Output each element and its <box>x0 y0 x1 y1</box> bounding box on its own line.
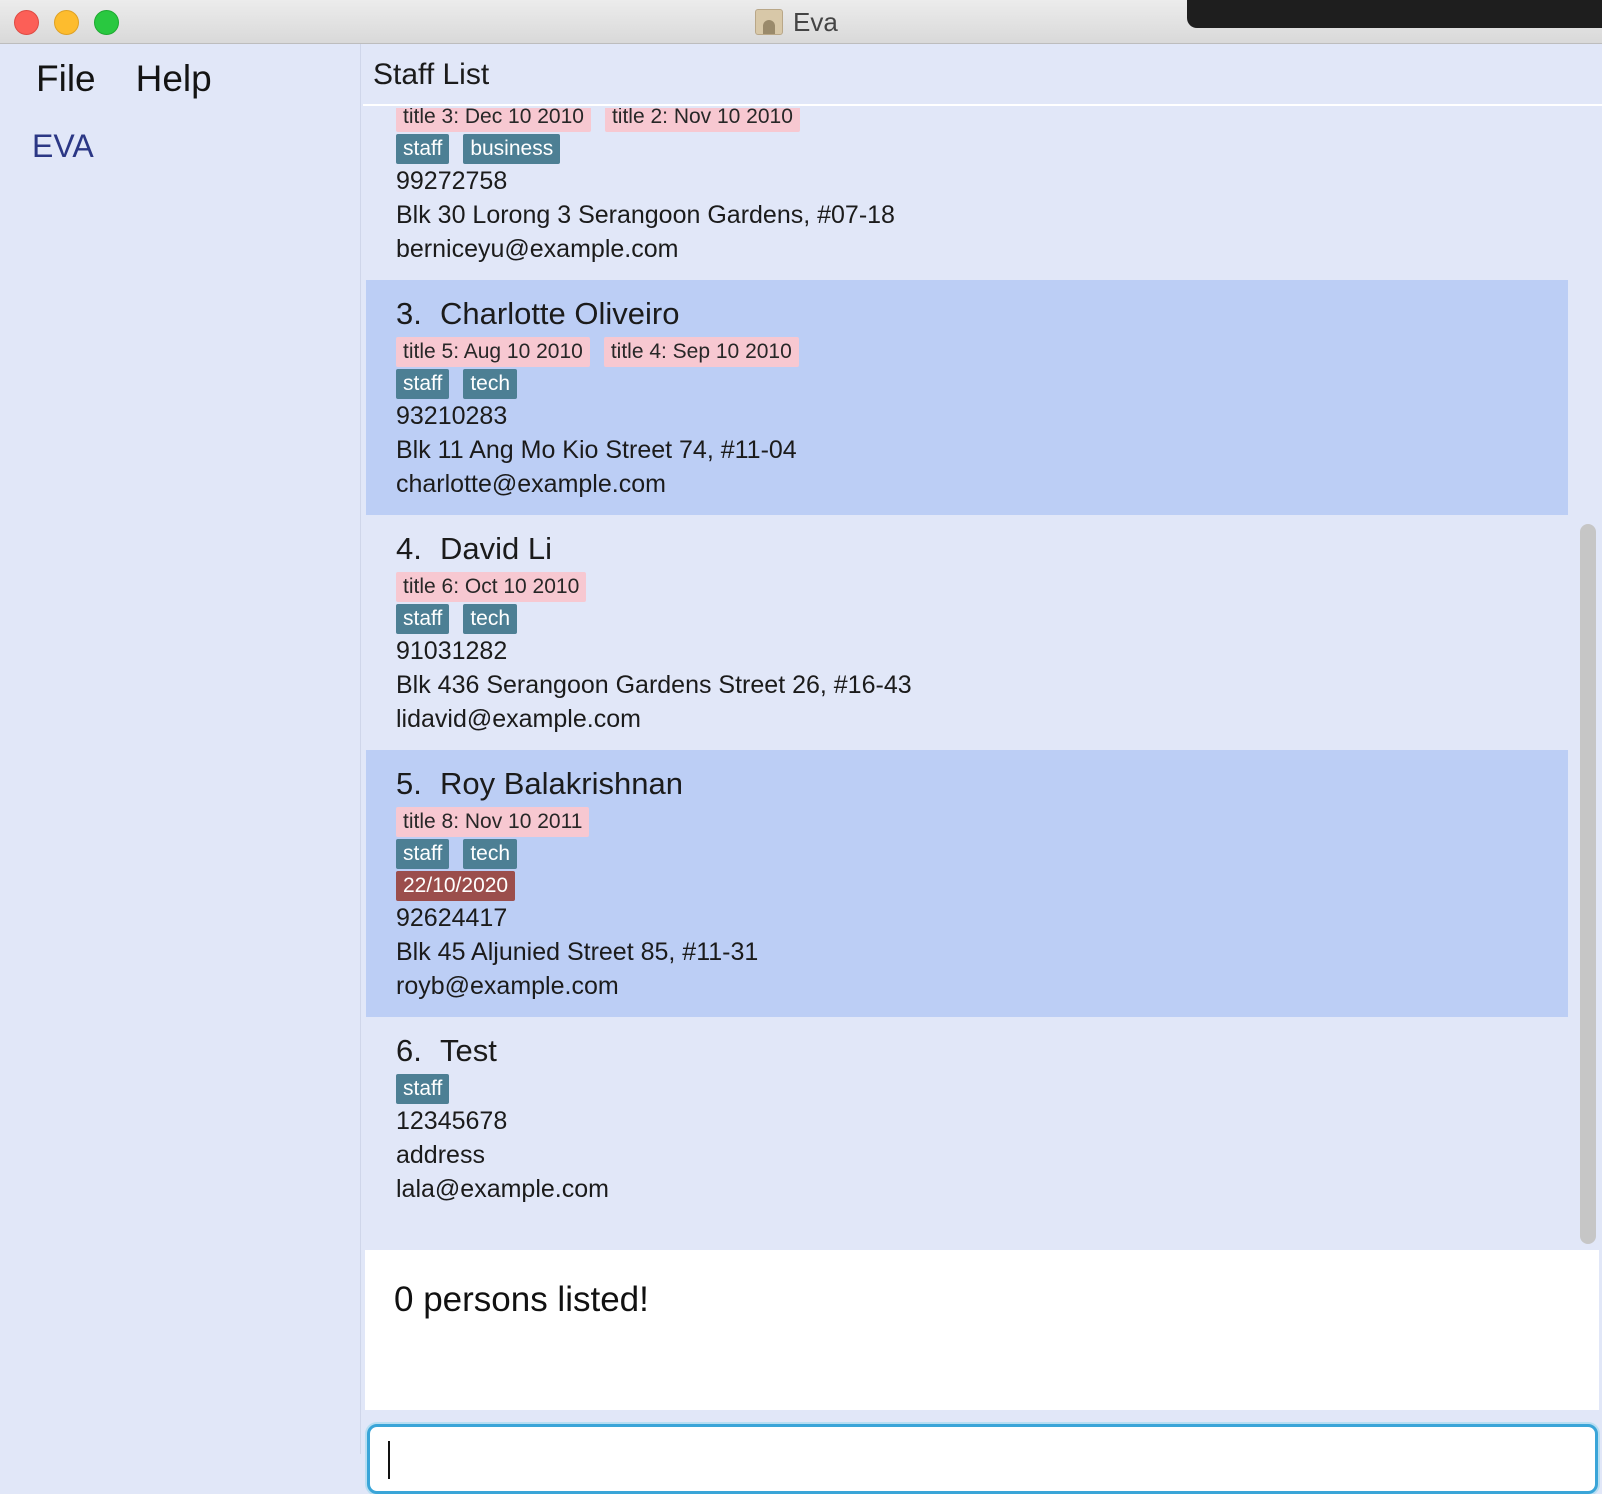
person-name: David Li <box>440 531 552 566</box>
person-address: Blk 11 Ang Mo Kio Street 74, #11-04 <box>396 436 797 464</box>
scrollbar-thumb[interactable] <box>1580 524 1596 1244</box>
category-tags: staff tech <box>396 839 1568 869</box>
person-address: Blk 436 Serangoon Gardens Street 26, #16… <box>396 671 912 699</box>
person-name-row: 6. Test <box>396 1030 1568 1072</box>
app-window: Eva File Help EVA Staff List title 3: De… <box>0 0 1602 1494</box>
notification-banner <box>1187 0 1602 28</box>
category-tag: staff <box>396 369 450 399</box>
title-tags: title 3: Dec 10 2010 title 2: Nov 10 2010 <box>396 108 1568 132</box>
person-email: berniceyu@example.com <box>396 235 679 263</box>
result-message: 0 persons listed! <box>394 1280 649 1319</box>
category-tag: tech <box>463 604 518 634</box>
person-phone: 12345678 <box>396 1107 508 1135</box>
person-phone: 93210283 <box>396 402 508 430</box>
category-tag: staff <box>396 839 450 869</box>
category-tag: staff <box>396 134 450 164</box>
category-tags: staff <box>396 1074 1568 1104</box>
person-name-row: 4. David Li <box>396 528 1568 570</box>
person-email: charlotte@example.com <box>396 470 666 498</box>
category-tags: staff business <box>396 134 1568 164</box>
command-box[interactable] <box>367 1424 1598 1494</box>
menu-file[interactable]: File <box>36 58 96 100</box>
person-name: Charlotte Oliveiro <box>440 296 680 331</box>
person-card[interactable]: 3. Charlotte Oliveiro title 5: Aug 10 2010… <box>366 280 1568 515</box>
category-tag: staff <box>396 1074 450 1104</box>
person-name: Test <box>440 1033 497 1068</box>
title-tag: title 3: Dec 10 2010 <box>396 108 591 132</box>
app-icon <box>755 9 783 35</box>
title-tag: title 2: Nov 10 2010 <box>604 108 800 132</box>
person-card[interactable]: 5. Roy Balakrishnan title 8: Nov 10 2011st… <box>366 750 1568 1017</box>
window-title: Eva <box>755 6 838 37</box>
result-display: 0 persons listed! <box>365 1250 1599 1410</box>
title-tags: title 6: Oct 10 2010 <box>396 572 1568 602</box>
category-tags: staff tech <box>396 369 1568 399</box>
command-input[interactable] <box>370 1427 1595 1491</box>
staff-list-content: title 3: Dec 10 2010 title 2: Nov 10 2010… <box>366 108 1568 1220</box>
person-index: 3. <box>396 296 422 331</box>
menu-help[interactable]: Help <box>136 58 212 100</box>
category-tag: tech <box>463 839 518 869</box>
maximize-window-button[interactable] <box>94 10 119 35</box>
person-address: Blk 30 Lorong 3 Serangoon Gardens, #07-1… <box>396 201 895 229</box>
title-tag: title 6: Oct 10 2010 <box>396 572 587 602</box>
menu-bar: File Help <box>36 58 212 100</box>
person-name: Roy Balakrishnan <box>440 766 683 801</box>
date-tags: 22/10/2020 <box>396 871 1568 901</box>
title-tags: title 5: Aug 10 2010 title 4: Sep 10 2010 <box>396 337 1568 367</box>
person-card[interactable]: 6. Test staff 12345678 address lala@example.c… <box>366 1017 1568 1220</box>
category-tag: business <box>463 134 561 164</box>
main-panel: Staff List title 3: Dec 10 2010 title 2: … <box>363 44 1602 1494</box>
person-address: address <box>396 1141 485 1169</box>
person-email: royb@example.com <box>396 972 619 1000</box>
text-caret <box>388 1441 390 1479</box>
title-tag: title 4: Sep 10 2010 <box>603 337 799 367</box>
list-scrollbar[interactable] <box>1577 108 1599 1250</box>
page-title: Staff List <box>363 44 1602 106</box>
category-tag: tech <box>463 369 518 399</box>
close-window-button[interactable] <box>14 10 39 35</box>
title-bar: Eva <box>0 0 1602 44</box>
person-phone: 92624417 <box>396 904 508 932</box>
person-name-row: 5. Roy Balakrishnan <box>396 763 1568 805</box>
title-tag: title 8: Nov 10 2011 <box>396 807 590 837</box>
person-phone: 99272758 <box>396 167 508 195</box>
person-email: lala@example.com <box>396 1175 609 1203</box>
minimize-window-button[interactable] <box>54 10 79 35</box>
person-phone: 91031282 <box>396 637 508 665</box>
person-index: 6. <box>396 1033 422 1068</box>
date-tag: 22/10/2020 <box>396 871 516 901</box>
person-name-row: 3. Charlotte Oliveiro <box>396 293 1568 335</box>
title-tags: title 8: Nov 10 2011 <box>396 807 1568 837</box>
person-card[interactable]: title 3: Dec 10 2010 title 2: Nov 10 2010… <box>366 108 1568 280</box>
title-tag: title 5: Aug 10 2010 <box>396 337 590 367</box>
sidebar: File Help EVA <box>0 44 361 1454</box>
category-tags: staff tech <box>396 604 1568 634</box>
person-email: lidavid@example.com <box>396 705 641 733</box>
sidebar-item-eva[interactable]: EVA <box>32 128 94 165</box>
person-index: 4. <box>396 531 422 566</box>
person-address: Blk 45 Aljunied Street 85, #11-31 <box>396 938 759 966</box>
staff-list[interactable]: title 3: Dec 10 2010 title 2: Nov 10 2010… <box>366 108 1568 1250</box>
person-card[interactable]: 4. David Li title 6: Oct 10 2010 staff tech 9… <box>366 515 1568 750</box>
window-title-text: Eva <box>793 6 838 37</box>
person-index: 5. <box>396 766 422 801</box>
category-tag: staff <box>396 604 450 634</box>
